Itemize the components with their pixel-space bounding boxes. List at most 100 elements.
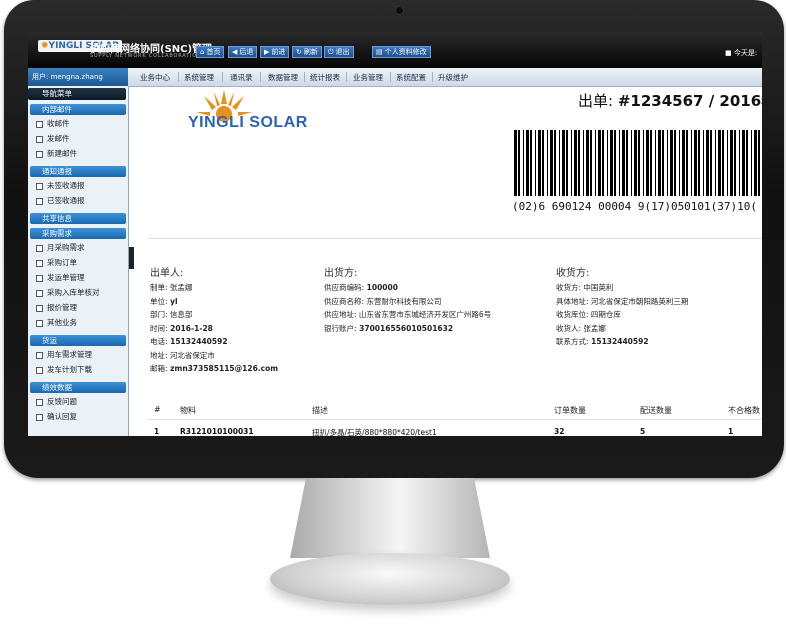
receiver-value: 张孟娜: [581, 323, 606, 333]
document-logo: YINGLI SOLAR: [188, 114, 308, 131]
barcode-bar: [571, 130, 572, 196]
col-header-delivery-qty: 配送数量: [640, 406, 672, 415]
barcode-bar: [631, 130, 632, 196]
barcode-bar: [590, 130, 592, 196]
menu-contacts[interactable]: 通讯录: [230, 72, 253, 83]
sender-value: 2016-1-28: [167, 323, 213, 333]
receiver-line: 收货库位: 四期仓库: [556, 309, 621, 320]
header-bar: ✺YINGLI SOLAR 供应商网络协同(SNC)管理 SUPPLY NETW…: [28, 32, 762, 68]
barcode-bar: [586, 130, 589, 196]
sender-label: 单位:: [150, 296, 168, 306]
barcode-bar: [694, 130, 697, 196]
back-button[interactable]: ◀ 后退: [228, 46, 258, 58]
col-header-description: 描述: [312, 406, 328, 415]
divider: [148, 238, 762, 239]
barcode-bar: [742, 130, 745, 196]
sidebar-collapse-handle[interactable]: [129, 247, 134, 269]
profile-icon: ▤: [376, 48, 383, 56]
receiver-line: 联系方式: 15132440592: [556, 336, 649, 347]
sender-label: 制单:: [150, 283, 168, 292]
menu-business-center[interactable]: 业务中心: [140, 72, 170, 83]
receiver-label: 收货方:: [556, 283, 582, 292]
sidebar-item-shipping[interactable]: 发运单管理: [36, 272, 85, 283]
sidebar-item-new-mail[interactable]: 新建邮件: [36, 148, 77, 159]
sender-value: 河北省保定市: [167, 350, 215, 360]
sidebar-item-quotes[interactable]: 报价管理: [36, 302, 77, 313]
sender-label: 部门:: [150, 310, 168, 319]
sender-value: 张孟娜: [167, 283, 193, 292]
sidebar-item-other[interactable]: 其他业务: [36, 317, 77, 328]
menu-separator: [260, 72, 261, 82]
sidebar-item-inbound-check[interactable]: 采购入库单核对: [36, 287, 100, 298]
menu-upgrade[interactable]: 升级维护: [438, 72, 468, 83]
supplier-label: 供应商名称:: [324, 296, 365, 306]
supplier-value: 370016556010501632: [356, 323, 454, 333]
barcode-bar: [758, 130, 760, 196]
receiver-value: 四期仓库: [588, 310, 621, 319]
system-subtitle: SUPPLY NETWORK COLLABORATION: [90, 53, 202, 59]
profile-edit-button[interactable]: ▤ 个人资料修改: [372, 46, 431, 58]
barcode-bar: [703, 130, 704, 196]
barcode-bar: [547, 130, 548, 196]
barcode-bar: [518, 130, 520, 196]
sidebar-item-inbox[interactable]: 收邮件: [36, 118, 70, 129]
sidebar-item-feedback[interactable]: 反馈问题: [36, 396, 77, 407]
sender-line: 电话: 15132440592: [150, 336, 228, 347]
receiver-value: 中国英利: [581, 283, 614, 292]
receiver-value: 15132440592: [588, 337, 649, 346]
sidebar-group-mail[interactable]: 内部邮件: [30, 104, 126, 115]
sidebar-item-confirm-reply[interactable]: 确认回复: [36, 411, 77, 422]
table-row-divider: [148, 419, 762, 420]
sidebar-group-shared[interactable]: 共享信息: [30, 213, 126, 224]
sidebar-item-unsigned[interactable]: 未签收通报: [36, 180, 85, 191]
receiver-label: 收货人:: [556, 323, 582, 333]
barcode-bar: [550, 130, 553, 196]
col-header-index: #: [154, 405, 161, 414]
col-header-material: 物料: [180, 406, 196, 415]
sidebar-item-sent[interactable]: 发邮件: [36, 133, 70, 144]
barcode-bar: [535, 130, 536, 196]
forward-icon: ▶: [264, 48, 270, 56]
forward-button[interactable]: ▶ 前进: [260, 46, 290, 58]
menu-data-management[interactable]: 数据管理: [268, 72, 298, 83]
sidebar-item-signed[interactable]: 已签收通报: [36, 195, 85, 206]
sidebar-item-dispatch-download[interactable]: 发车计划下载: [36, 364, 92, 375]
barcode-bar: [686, 130, 688, 196]
barcode-bar: [670, 130, 673, 196]
logout-button[interactable]: ⏻ 退出: [324, 46, 354, 58]
monitor-bezel: ✺YINGLI SOLAR 供应商网络协同(SNC)管理 SUPPLY NETW…: [4, 0, 784, 478]
barcode-bar: [574, 130, 577, 196]
barcode: [514, 130, 760, 196]
barcode-bar: [622, 130, 625, 196]
barcode-bar: [607, 130, 608, 196]
table-cell-order-qty: 32: [554, 427, 565, 436]
sidebar-group-performance[interactable]: 绩效数据: [30, 382, 126, 393]
receiver-line: 收货人: 张孟娜: [556, 323, 606, 334]
menu-system-config[interactable]: 系统配置: [396, 72, 426, 83]
menu-reports[interactable]: 统计报表: [310, 72, 340, 83]
sidebar-item-vehicle-demand[interactable]: 用车需求管理: [36, 349, 92, 360]
sender-value: 信息部: [167, 310, 193, 319]
sidebar-item-monthly-demand[interactable]: 月采购需求: [36, 242, 85, 253]
barcode-bar: [566, 130, 568, 196]
barcode-bar: [754, 130, 757, 196]
menu-business-management[interactable]: 业务管理: [353, 72, 383, 83]
monitor-stand: [290, 478, 490, 558]
barcode-bar: [526, 130, 529, 196]
sidebar-group-freight[interactable]: 货运: [30, 335, 126, 346]
barcode-bar: [730, 130, 733, 196]
sidebar-item-purchase-order[interactable]: 采购订单: [36, 257, 77, 268]
sender-line: 部门: 信息部: [150, 309, 192, 320]
sidebar-group-notices[interactable]: 通知通报: [30, 166, 126, 177]
receiver-label: 联系方式:: [556, 337, 589, 346]
barcode-bar: [538, 130, 541, 196]
receiver-label: 收货库位:: [556, 310, 589, 319]
sidebar-group-purchase[interactable]: 采购需求: [30, 228, 126, 239]
sender-line: 制单: 张孟娜: [150, 282, 192, 293]
refresh-button[interactable]: ↻ 刷新: [292, 46, 322, 58]
menu-system-management[interactable]: 系统管理: [184, 72, 214, 83]
barcode-bar: [739, 130, 740, 196]
home-button[interactable]: ⌂ 首页: [196, 46, 225, 58]
barcode-bar: [638, 130, 640, 196]
col-header-order-qty: 订单数量: [554, 406, 586, 415]
